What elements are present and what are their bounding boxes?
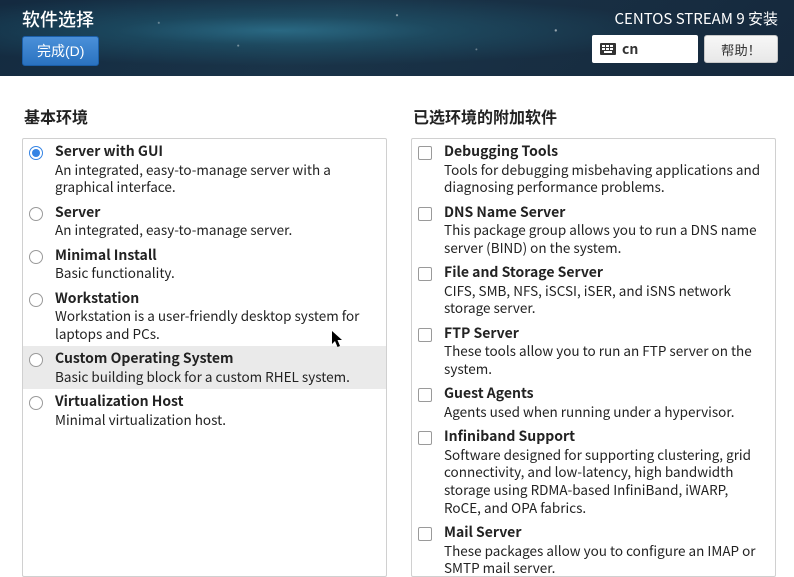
checkbox-icon[interactable] [418, 388, 432, 402]
addon-option[interactable]: Mail ServerThese packages allow you to c… [412, 520, 775, 577]
option-description: Basic building block for a custom RHEL s… [55, 368, 378, 386]
checkbox-icon[interactable] [418, 146, 432, 160]
option-description: These packages allow you to configure an… [444, 542, 767, 577]
addon-option[interactable]: File and Storage ServerCIFS, SMB, NFS, i… [412, 260, 775, 321]
option-description: Tools for debugging misbehaving applicat… [444, 161, 767, 196]
option-description: Minimal virtualization host. [55, 411, 378, 429]
radio-icon[interactable] [29, 250, 43, 264]
addon-option[interactable]: Infiniband SupportSoftware designed for … [412, 424, 775, 520]
option-description: An integrated, easy-to-manage server wit… [55, 161, 378, 196]
keyboard-layout-code: cn [622, 39, 638, 59]
option-description: CIFS, SMB, NFS, iSCSI, iSER, and iSNS ne… [444, 282, 767, 317]
radio-icon[interactable] [29, 207, 43, 221]
checkbox-icon[interactable] [418, 267, 432, 281]
addon-option[interactable]: Debugging ToolsTools for debugging misbe… [412, 139, 775, 200]
option-description: Agents used when running under a hypervi… [444, 403, 767, 421]
radio-icon[interactable] [29, 146, 43, 160]
keyboard-icon [600, 43, 616, 55]
env-option[interactable]: Server with GUIAn integrated, easy-to-ma… [23, 139, 386, 200]
option-description: An integrated, easy-to-manage server. [55, 221, 378, 239]
env-option[interactable]: WorkstationWorkstation is a user-friendl… [23, 286, 386, 347]
addons-heading: 已选环境的附加软件 [411, 104, 776, 128]
radio-icon[interactable] [29, 353, 43, 367]
done-button[interactable]: 完成(D) [22, 36, 99, 66]
page-title: 软件选择 [22, 6, 99, 32]
keyboard-layout-selector[interactable]: cn [592, 35, 698, 63]
checkbox-icon[interactable] [418, 431, 432, 445]
content-area: 基本环境 Server with GUIAn integrated, easy-… [0, 76, 794, 577]
checkbox-icon[interactable] [418, 328, 432, 342]
radio-icon[interactable] [29, 396, 43, 410]
addon-option[interactable]: DNS Name ServerThis package group allows… [412, 200, 775, 261]
installer-header: 软件选择 完成(D) CENTOS STREAM 9 安装 cn 帮助！ [0, 0, 794, 76]
radio-icon[interactable] [29, 293, 43, 307]
addons-list[interactable]: Debugging ToolsTools for debugging misbe… [411, 138, 776, 577]
option-description: Basic functionality. [55, 264, 378, 282]
option-description: This package group allows you to run a D… [444, 221, 767, 256]
addon-option[interactable]: FTP ServerThese tools allow you to run a… [412, 321, 775, 382]
checkbox-icon[interactable] [418, 527, 432, 541]
addon-option[interactable]: Guest AgentsAgents used when running und… [412, 381, 775, 424]
help-button[interactable]: 帮助！ [704, 35, 778, 63]
base-environment-column: 基本环境 Server with GUIAn integrated, easy-… [22, 104, 387, 577]
option-title: Server with GUI [55, 143, 378, 161]
env-option[interactable]: Virtualization HostMinimal virtualizatio… [23, 389, 386, 432]
env-option[interactable]: ServerAn integrated, easy-to-manage serv… [23, 200, 386, 243]
addons-column: 已选环境的附加软件 Debugging ToolsTools for debug… [411, 104, 776, 577]
option-title: Mail Server [444, 524, 767, 542]
option-description: These tools allow you to run an FTP serv… [444, 342, 767, 377]
option-description: Workstation is a user-friendly desktop s… [55, 307, 378, 342]
base-environment-list[interactable]: Server with GUIAn integrated, easy-to-ma… [22, 138, 387, 577]
checkbox-icon[interactable] [418, 207, 432, 221]
option-title: Debugging Tools [444, 143, 767, 161]
distro-label: CENTOS STREAM 9 安装 [614, 8, 778, 29]
base-environment-heading: 基本环境 [22, 104, 387, 128]
option-description: Software designed for supporting cluster… [444, 446, 767, 516]
env-option[interactable]: Custom Operating SystemBasic building bl… [23, 346, 386, 389]
env-option[interactable]: Minimal InstallBasic functionality. [23, 243, 386, 286]
